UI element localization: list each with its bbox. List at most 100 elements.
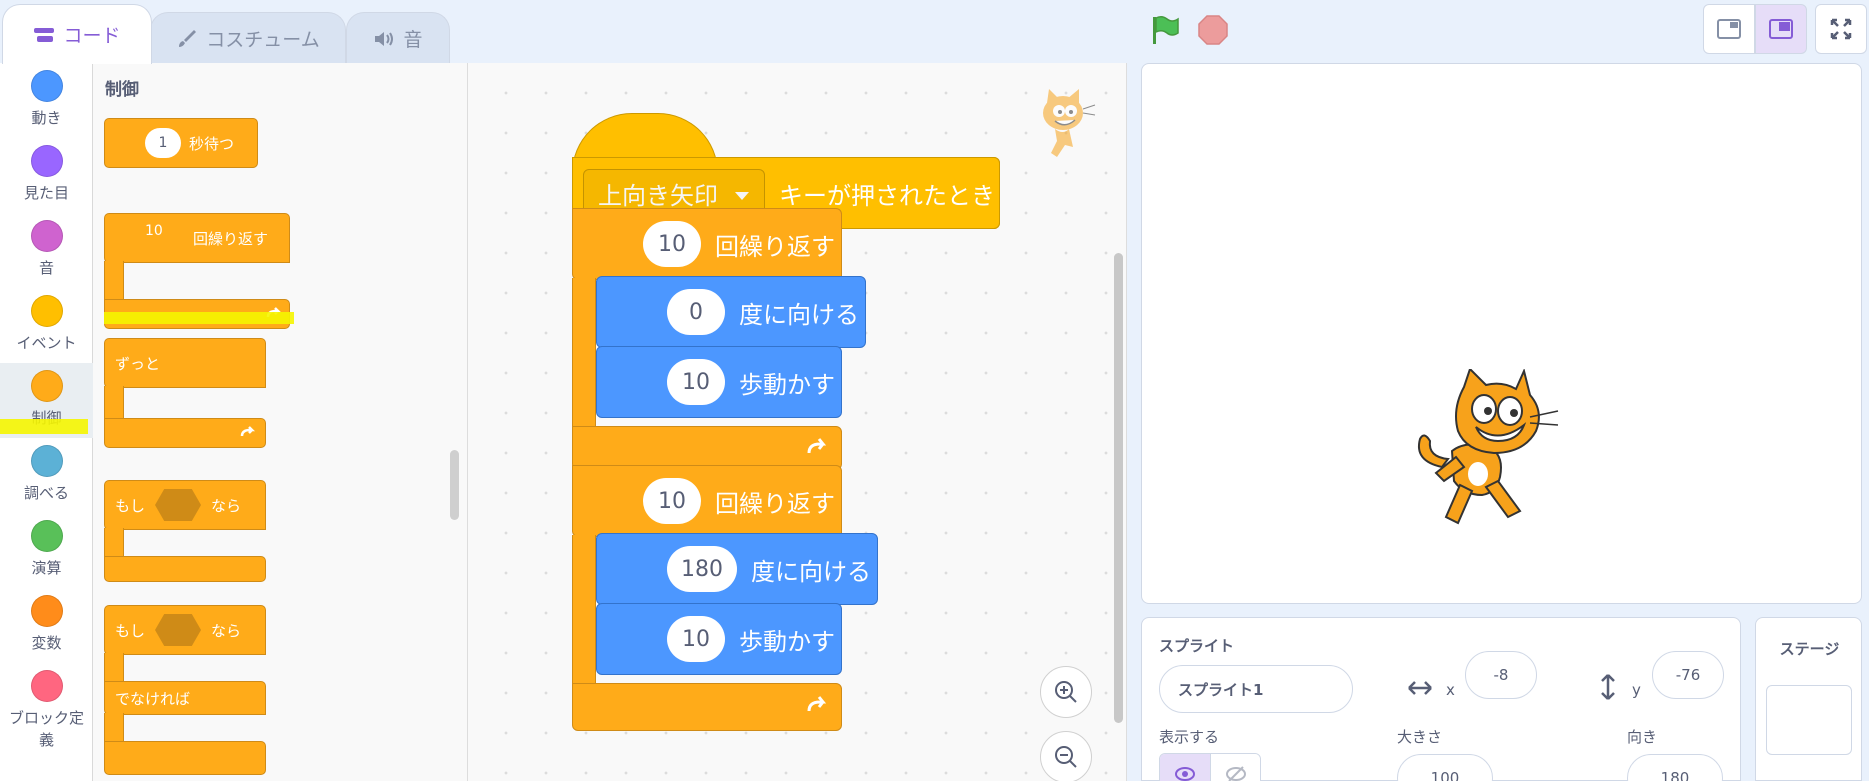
size-input[interactable]: 100 (1397, 754, 1493, 781)
sprite-heading: スプライト (1159, 637, 1235, 655)
point-direction-block-2[interactable]: 180 度に向ける (596, 533, 878, 605)
motion-dot-icon (30, 70, 63, 102)
palette-section-title: 制御 (105, 80, 139, 100)
normal-stage-button[interactable] (1755, 4, 1807, 54)
if-else-if-label: もし (115, 621, 146, 640)
move-steps-block-1[interactable]: 10 歩動かす (596, 346, 842, 418)
show-label: 表示する (1159, 728, 1220, 746)
stage-target-panel[interactable]: ステージ (1755, 617, 1862, 781)
then-label: なら (211, 496, 242, 515)
highlight-marker (0, 419, 88, 434)
small-stage-button[interactable] (1703, 4, 1755, 54)
forever-block[interactable]: ずっと (104, 338, 274, 448)
condition-slot-2[interactable] (155, 614, 202, 646)
tab-costume-label: コスチューム (206, 29, 320, 51)
control-dot-icon (30, 370, 63, 402)
direction-input[interactable]: 180 (1627, 754, 1723, 781)
stage-canvas[interactable] (1141, 63, 1862, 604)
wait-label: 秒待つ (189, 134, 235, 153)
category-events[interactable]: イベント (0, 288, 93, 363)
if-label: もし (115, 496, 146, 515)
repeat-loop-arrow-icon-1 (804, 433, 832, 465)
normal-stage-icon (1769, 19, 1793, 39)
repeat-block-2[interactable]: 10 回繰り返す 180 度に向ける 10 歩動かす (572, 465, 892, 735)
stop-icon[interactable] (1197, 14, 1229, 50)
category-my-blocks[interactable]: ブロック定 義 (0, 663, 93, 781)
category-sensing[interactable]: 調べる (0, 438, 93, 513)
x-label: x (1446, 681, 1455, 699)
stage-size-buttons (1703, 4, 1867, 54)
steps-input-2[interactable]: 10 (667, 616, 725, 662)
repeat-block-1[interactable]: 10 回繰り返す 0 度に向ける 10 歩動かす (572, 208, 872, 470)
x-position-input[interactable]: -8 (1465, 651, 1537, 699)
direction-label: 向き (1627, 728, 1658, 746)
repeat-count-input[interactable]: 10 (145, 223, 185, 253)
stage-heading: ステージ (1779, 640, 1840, 658)
if-else-block[interactable]: もし なら でなければ (104, 605, 274, 775)
move-label-2: 歩動かす (739, 627, 835, 656)
y-label: y (1632, 681, 1641, 699)
tab-code[interactable]: コード (2, 4, 152, 64)
tab-costume[interactable]: コスチューム (150, 12, 346, 64)
show-toggle (1159, 753, 1261, 781)
y-position-input[interactable]: -76 (1652, 651, 1724, 699)
point-label-1: 度に向ける (739, 300, 859, 329)
sprite-corner-icon (1033, 87, 1097, 167)
sprite-name-input[interactable]: スプライト1 (1159, 665, 1353, 713)
repeat-label-2: 回繰り返す (715, 489, 835, 518)
repeat-count-input-2[interactable]: 10 (643, 478, 701, 524)
tab-sound-label: 音 (403, 29, 423, 51)
repeat-count-input-1[interactable]: 10 (643, 221, 701, 267)
zoom-in-icon (1055, 681, 1077, 703)
category-motion[interactable]: 動き (0, 63, 93, 138)
tab-sound[interactable]: 音 (346, 12, 450, 64)
repeat-label-1: 回繰り返す (715, 232, 835, 261)
stage-thumbnail[interactable] (1766, 685, 1852, 755)
wait-seconds-input[interactable]: 1 (145, 128, 181, 158)
forever-label: ずっと (115, 354, 161, 373)
eye-slash-icon (1225, 766, 1246, 781)
category-looks[interactable]: 見た目 (0, 138, 93, 213)
else-label: でなければ (115, 689, 191, 708)
tab-code-label: コード (63, 25, 121, 47)
speaker-icon (373, 28, 395, 50)
point-label-2: 度に向ける (751, 557, 871, 586)
dropdown-caret-icon (734, 179, 750, 207)
variables-dot-icon (30, 595, 63, 627)
x-arrows-icon (1407, 678, 1433, 702)
hat-label: キーが押されたとき (779, 181, 995, 210)
events-dot-icon (30, 295, 63, 327)
sensing-dot-icon (30, 445, 63, 477)
category-sound[interactable]: 音 (0, 213, 93, 288)
green-flag-icon[interactable] (1148, 14, 1180, 50)
zoom-out-button[interactable] (1040, 731, 1092, 781)
wait-block[interactable]: 1 秒待つ (104, 118, 258, 168)
show-visible-button[interactable] (1160, 754, 1210, 781)
y-arrows-icon (1598, 673, 1618, 705)
fullscreen-icon (1830, 18, 1852, 40)
show-hidden-button[interactable] (1210, 754, 1260, 781)
zoom-in-button[interactable] (1040, 666, 1092, 718)
workspace-scrollbar[interactable] (1114, 253, 1123, 723)
repeat-loop-arrow-icon-2 (804, 691, 832, 723)
cat-sprite[interactable] (1412, 367, 1562, 533)
point-direction-block-1[interactable]: 0 度に向ける (596, 276, 866, 348)
move-steps-block-2[interactable]: 10 歩動かす (596, 603, 842, 675)
repeat-label: 回繰り返す (193, 229, 269, 248)
steps-input-1[interactable]: 10 (667, 359, 725, 405)
direction-input-2[interactable]: 180 (667, 546, 737, 592)
script-workspace[interactable]: 上向き矢印 キーが押されたとき 10 回繰り返す 0 度に向ける 10 歩動かす (468, 63, 1127, 781)
category-operators[interactable]: 演算 (0, 513, 93, 588)
sound-dot-icon (30, 220, 63, 252)
direction-input-1[interactable]: 0 (667, 289, 725, 335)
palette-scrollbar[interactable] (450, 450, 459, 520)
condition-slot[interactable] (155, 489, 202, 521)
fullscreen-button[interactable] (1815, 4, 1867, 54)
code-icon (33, 24, 55, 46)
block-palette: 制御 1 秒待つ 10 回繰り返す ずっと もし なら もし なら でなければ (93, 63, 468, 781)
repeat-block[interactable]: 10 回繰り返す (104, 213, 294, 329)
looks-dot-icon (30, 145, 63, 177)
category-variables[interactable]: 変数 (0, 588, 93, 663)
if-block[interactable]: もし なら (104, 480, 274, 582)
editor-tabs: コード コスチューム 音 (0, 0, 460, 64)
